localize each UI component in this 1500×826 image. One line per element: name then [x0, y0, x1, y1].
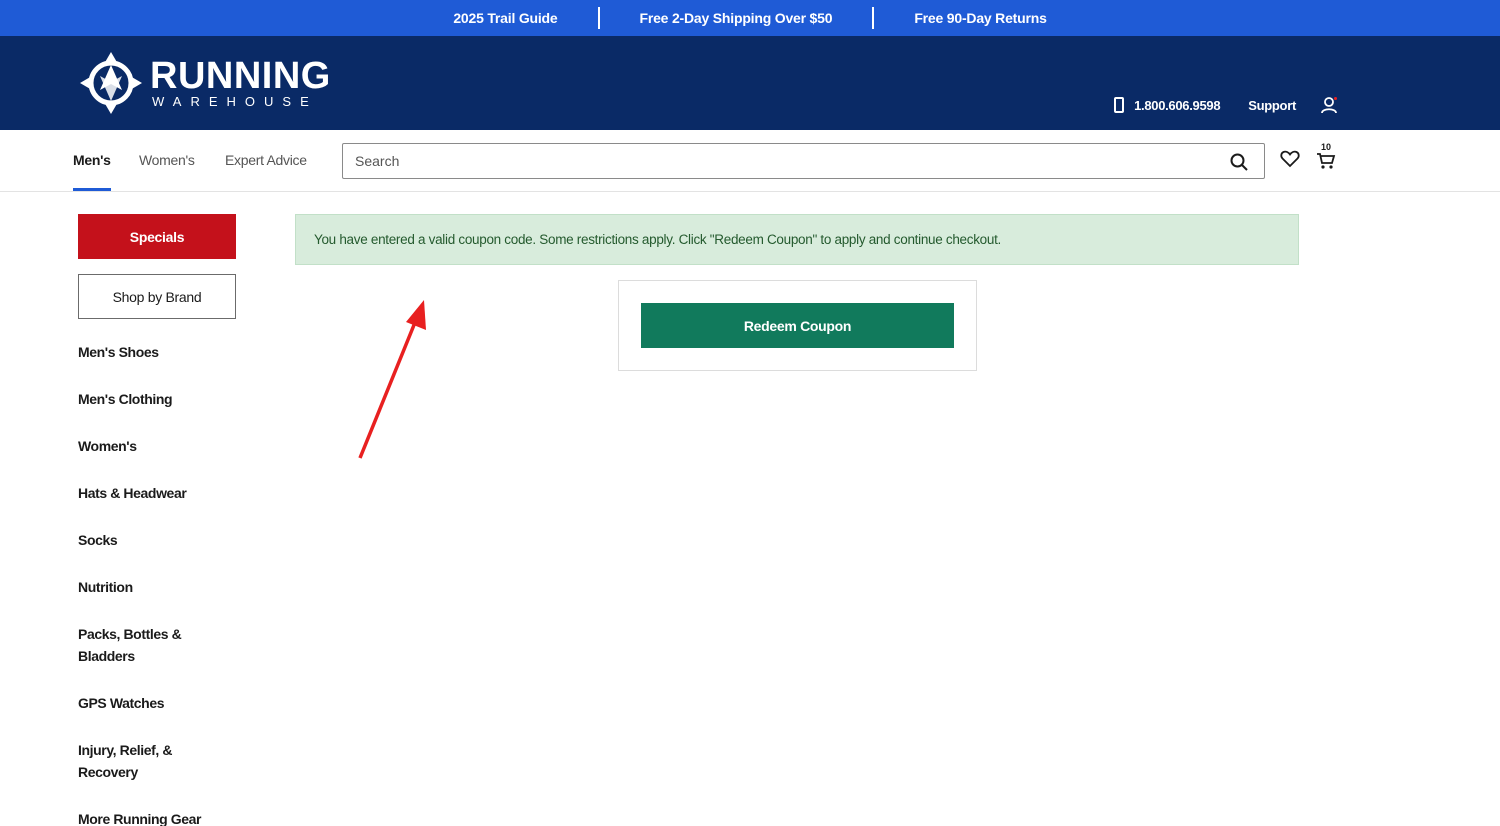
sidebar-item-mens-shoes[interactable]: Men's Shoes: [78, 341, 218, 363]
sidebar-item-hats-headwear[interactable]: Hats & Headwear: [78, 482, 218, 504]
search-input[interactable]: [343, 144, 1203, 178]
promo-bar: 2025 Trail Guide Free 2-Day Shipping Ove…: [0, 0, 1500, 36]
redeem-coupon-button[interactable]: Redeem Coupon: [641, 303, 954, 348]
promo-trail-guide-link[interactable]: 2025 Trail Guide: [413, 10, 597, 26]
sidebar-item-mens-clothing[interactable]: Men's Clothing: [78, 388, 218, 410]
site-logo[interactable]: RUNNING WAREHOUSE: [78, 50, 331, 116]
site-header: RUNNING WAREHOUSE 1.800.606.9598 Support: [0, 36, 1500, 130]
sidebar-item-more-running-gear[interactable]: More Running Gear: [78, 808, 218, 826]
heart-icon[interactable]: [1280, 150, 1300, 168]
sidebar-item-gps-watches[interactable]: GPS Watches: [78, 692, 218, 714]
sidebar-item-injury-recovery[interactable]: Injury, Relief, & Recovery: [78, 739, 218, 783]
tab-womens[interactable]: Women's: [139, 152, 195, 168]
user-icon[interactable]: [1320, 96, 1338, 114]
promo-returns-link[interactable]: Free 90-Day Returns: [874, 10, 1086, 26]
cart-count-badge: 10: [1321, 142, 1332, 152]
logo-subtitle: WAREHOUSE: [152, 94, 318, 109]
sidebar-item-socks[interactable]: Socks: [78, 529, 218, 551]
tab-mens[interactable]: Men's: [73, 152, 111, 191]
compass-logo-icon: [80, 52, 142, 114]
sidebar-item-womens[interactable]: Women's: [78, 435, 218, 457]
category-list: Men's Shoes Men's Clothing Women's Hats …: [78, 341, 238, 826]
main-nav: Men's Women's Expert Advice 10: [0, 130, 1500, 192]
support-link[interactable]: Support: [1248, 98, 1296, 113]
header-utilities: 1.800.606.9598 Support: [1114, 96, 1338, 114]
redeem-coupon-card: Redeem Coupon: [618, 280, 977, 371]
coupon-success-alert: You have entered a valid coupon code. So…: [295, 214, 1299, 265]
phone-number-link[interactable]: 1.800.606.9598: [1134, 98, 1220, 113]
sidebar-item-packs-bottles[interactable]: Packs, Bottles & Bladders: [78, 623, 218, 667]
sidebar-item-nutrition[interactable]: Nutrition: [78, 576, 218, 598]
cart-icon: [1317, 153, 1336, 169]
shop-by-brand-button[interactable]: Shop by Brand: [78, 274, 236, 319]
cart-button[interactable]: 10: [1314, 142, 1340, 172]
phone-icon: [1114, 97, 1125, 113]
logo-wordmark: RUNNING: [150, 55, 331, 97]
search-icon[interactable]: [1230, 153, 1248, 171]
promo-shipping-link[interactable]: Free 2-Day Shipping Over $50: [600, 10, 873, 26]
annotation-arrow-icon: [358, 300, 426, 459]
search-bar: [342, 143, 1265, 179]
tab-expert-advice[interactable]: Expert Advice: [225, 152, 307, 168]
sidebar: Specials Shop by Brand Men's Shoes Men's…: [78, 214, 238, 826]
specials-button[interactable]: Specials: [78, 214, 236, 259]
